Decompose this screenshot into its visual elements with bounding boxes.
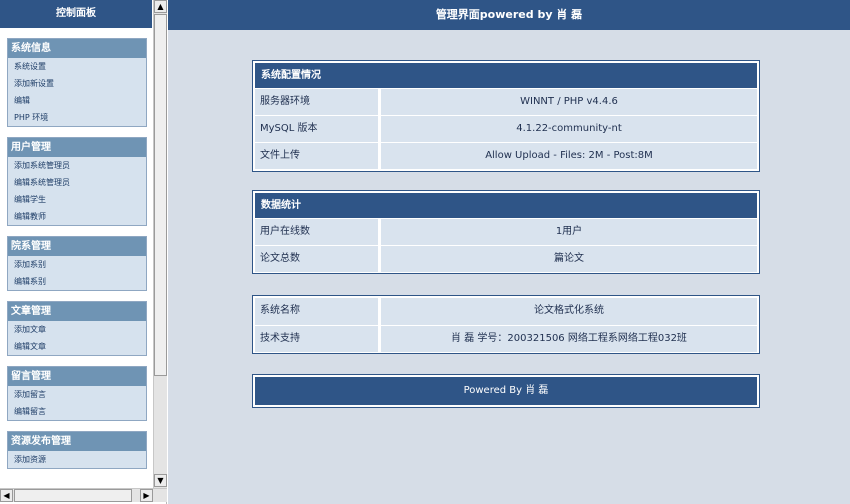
table-row: 服务器环境 WINNT / PHP v4.4.6 [255, 88, 757, 115]
left-frame: 控制面板 系统信息 系统设置 添加新设置 编辑 PHP 环境 用户管理 添加系统管理员 编辑系… [0, 0, 167, 504]
control-panel-title: 控制面板 [0, 0, 152, 28]
sidebar-menu-item[interactable]: 添加资源 [8, 451, 146, 468]
sidebar-menu-item[interactable]: 编辑学生 [8, 191, 146, 208]
scroll-right-arrow-icon[interactable]: ▶ [140, 489, 153, 502]
powered-by-text: Powered By 肖 磊 [255, 377, 757, 405]
vertical-scrollbar[interactable]: ▲ ▼ [153, 0, 167, 488]
table-row: MySQL 版本 4.1.22-community-nt [255, 115, 757, 142]
menu-group-header[interactable]: 留言管理 [8, 367, 146, 386]
footer-panel: Powered By 肖 磊 [252, 374, 760, 408]
mysql-version-label: MySQL 版本 [255, 116, 381, 142]
sidebar-menu-item[interactable]: 编辑教师 [8, 208, 146, 225]
sidebar-menu: 系统信息 系统设置 添加新设置 编辑 PHP 环境 用户管理 添加系统管理员 编辑系统管理员编… [0, 28, 153, 488]
table-row: 技术支持 肖 磊 学号：200321506 网络工程系网络工程032班 [255, 325, 757, 352]
sidebar-menu-item[interactable]: 编辑系别 [8, 273, 146, 290]
server-env-value: WINNT / PHP v4.4.6 [381, 89, 757, 115]
menu-group: 院系管理 添加系别 编辑系别 [7, 236, 147, 291]
tech-support-value: 肖 磊 学号：200321506 网络工程系网络工程032班 [381, 326, 757, 352]
menu-group-header[interactable]: 系统信息 [8, 39, 146, 58]
menu-group-header[interactable]: 文章管理 [8, 302, 146, 321]
mysql-version-value: 4.1.22-community-nt [381, 116, 757, 142]
menu-group-header[interactable]: 用户管理 [8, 138, 146, 157]
menu-group-header[interactable]: 资源发布管理 [8, 432, 146, 451]
main-title: 管理界面powered by 肖 磊 [168, 0, 850, 30]
table-row: 系统名称 论文格式化系统 [255, 298, 757, 325]
menu-group-header[interactable]: 院系管理 [8, 237, 146, 256]
system-info-panel: 系统名称 论文格式化系统 技术支持 肖 磊 学号：200321506 网络工程系… [252, 295, 760, 354]
table-row: 文件上传 Allow Upload - Files: 2M - Post:8M [255, 142, 757, 169]
menu-group: 文章管理 添加文章 编辑文章 [7, 301, 147, 356]
tech-support-label: 技术支持 [255, 326, 381, 352]
online-users-value: 1用户 [381, 219, 757, 245]
sidebar-menu-item[interactable]: 编辑系统管理员 [8, 174, 146, 191]
sidebar-menu-item[interactable]: 添加系统管理员 [8, 157, 146, 174]
data-stats-panel: 数据统计 用户在线数 1用户 论文总数 篇论文 [252, 190, 760, 274]
file-upload-value: Allow Upload - Files: 2M - Post:8M [381, 143, 757, 169]
sidebar-menu-item[interactable]: 添加系别 [8, 256, 146, 273]
scroll-up-arrow-icon[interactable]: ▲ [154, 0, 167, 13]
sidebar-menu-item[interactable]: 添加留言 [8, 386, 146, 403]
sidebar-menu-item[interactable]: 系统设置 [8, 58, 146, 75]
paper-count-value: 篇论文 [381, 246, 757, 272]
sidebar-menu-item[interactable]: PHP 环境 [8, 109, 146, 126]
table-row: 用户在线数 1用户 [255, 218, 757, 245]
menu-group: 留言管理 添加留言 编辑留言 [7, 366, 147, 421]
system-name-value: 论文格式化系统 [381, 298, 757, 325]
server-env-label: 服务器环境 [255, 89, 381, 115]
sidebar-menu-item[interactable]: 添加文章 [8, 321, 146, 338]
menu-group: 资源发布管理 添加资源 [7, 431, 147, 469]
main-frame: 管理界面powered by 肖 磊 系统配置情况 服务器环境 WINNT / … [168, 0, 850, 504]
online-users-label: 用户在线数 [255, 219, 381, 245]
system-config-panel: 系统配置情况 服务器环境 WINNT / PHP v4.4.6 MySQL 版本… [252, 60, 760, 172]
system-config-header: 系统配置情况 [255, 63, 757, 88]
system-name-label: 系统名称 [255, 298, 381, 325]
menu-group: 用户管理 添加系统管理员 编辑系统管理员 编辑学生 编辑教师 [7, 137, 147, 226]
sidebar-menu-item[interactable]: 编辑留言 [8, 403, 146, 420]
sidebar-menu-item[interactable]: 编辑 [8, 92, 146, 109]
scroll-down-arrow-icon[interactable]: ▼ [154, 474, 167, 487]
scroll-left-arrow-icon[interactable]: ◀ [0, 489, 13, 502]
horizontal-scrollbar[interactable]: ◀ ▶ [0, 488, 167, 502]
table-row: 论文总数 篇论文 [255, 245, 757, 272]
menu-group: 系统信息 系统设置 添加新设置 编辑 PHP 环境 [7, 38, 147, 127]
horizontal-scroll-thumb[interactable] [14, 489, 132, 502]
file-upload-label: 文件上传 [255, 143, 381, 169]
data-stats-header: 数据统计 [255, 193, 757, 218]
sidebar-menu-item[interactable]: 添加新设置 [8, 75, 146, 92]
vertical-scroll-thumb[interactable] [154, 14, 167, 376]
sidebar-menu-item[interactable]: 编辑文章 [8, 338, 146, 355]
paper-count-label: 论文总数 [255, 246, 381, 272]
